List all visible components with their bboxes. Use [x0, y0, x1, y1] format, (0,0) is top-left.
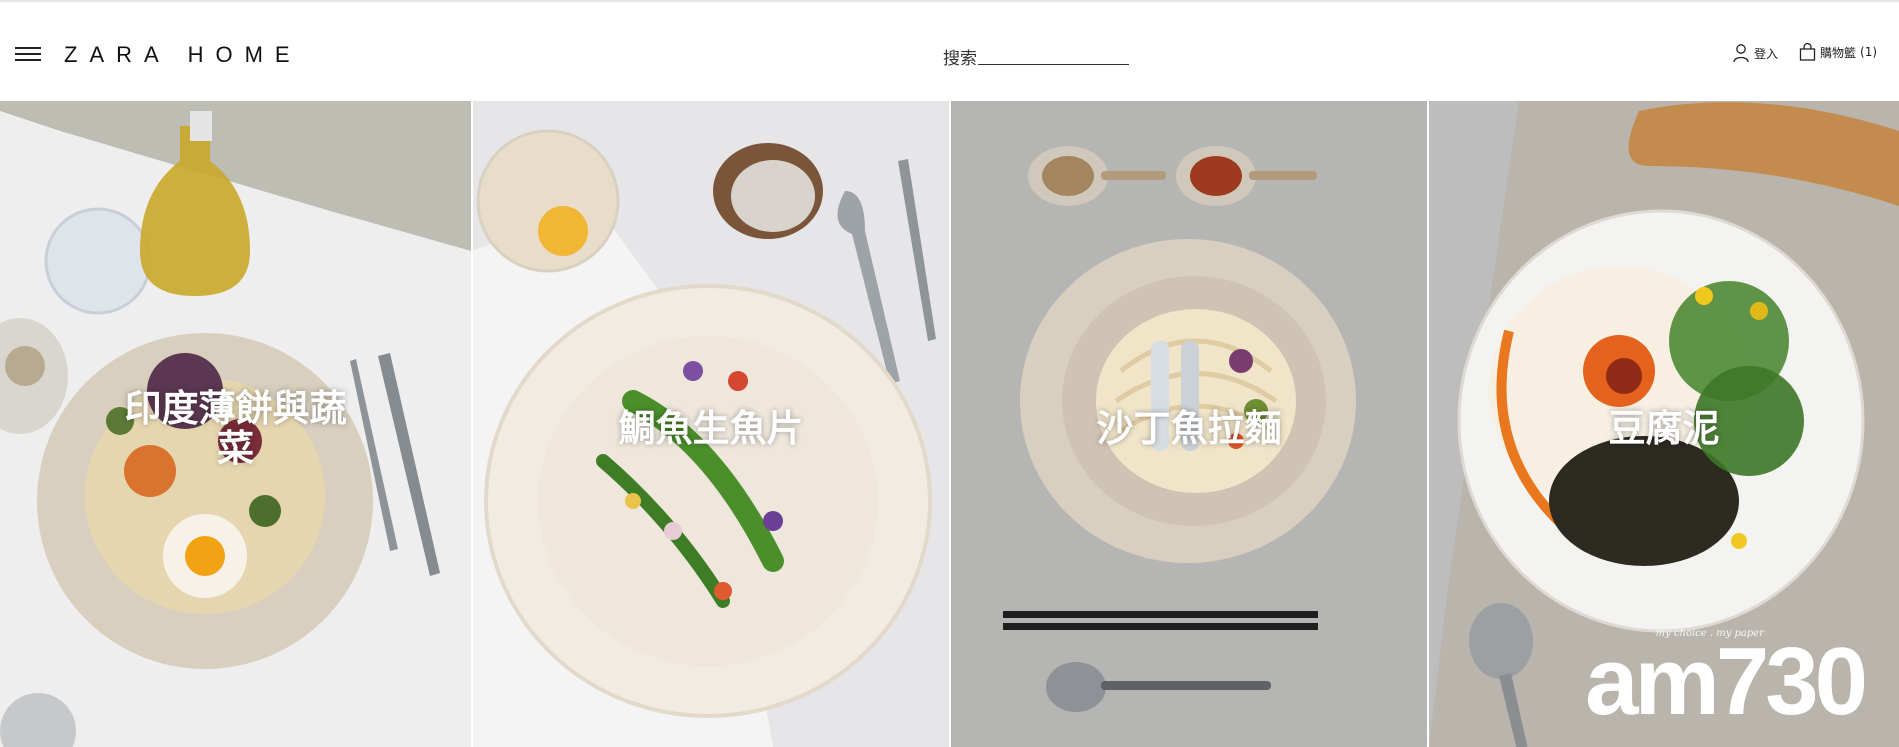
recipe-card-naan[interactable]: 印度薄餅與蔬 菜	[0, 101, 471, 747]
hamburger-menu-icon[interactable]	[15, 47, 41, 61]
watermark-logo: am730	[1585, 628, 1868, 735]
shopping-bag-icon	[1799, 43, 1816, 61]
login-label: 登入	[1754, 46, 1779, 61]
search-underline	[978, 64, 1129, 65]
recipe-title: 沙丁魚拉麵	[1096, 407, 1282, 450]
cart-count: (1)	[1860, 45, 1878, 59]
brand-logo[interactable]: ZARA HOME	[64, 42, 302, 68]
user-icon	[1733, 44, 1749, 63]
recipe-card-noodles[interactable]: 沙丁魚拉麵	[951, 101, 1427, 747]
search-label: 搜索	[943, 49, 977, 69]
login-link[interactable]: 登入	[1733, 43, 1778, 63]
am730-watermark: my choice . my paper am730	[1585, 628, 1868, 735]
recipe-grid: 印度薄餅與蔬 菜 鯛魚生魚片 沙丁魚拉麵 豆腐泥 my choice . my …	[0, 101, 1899, 747]
recipe-title-line2: 菜	[217, 427, 254, 470]
recipe-card-sashimi[interactable]: 鯛魚生魚片	[473, 101, 949, 747]
cart-label: 購物籃	[1820, 45, 1857, 60]
recipe-title-line1: 印度薄餅與蔬	[124, 387, 347, 430]
recipe-title: 印度薄餅與蔬 菜	[0, 389, 471, 469]
search-field[interactable]: 搜索	[943, 42, 1129, 69]
recipe-card-tofu[interactable]: 豆腐泥 my choice . my paper am730	[1429, 101, 1899, 747]
site-header: ZARA HOME 搜索 登入 購物籃 (1)	[0, 2, 1899, 101]
cart-link[interactable]: 購物籃 (1)	[1799, 43, 1877, 61]
watermark-tagline: my choice . my paper	[1655, 628, 1764, 639]
recipe-title: 豆腐泥	[1608, 407, 1720, 450]
recipe-title: 鯛魚生魚片	[618, 407, 804, 450]
